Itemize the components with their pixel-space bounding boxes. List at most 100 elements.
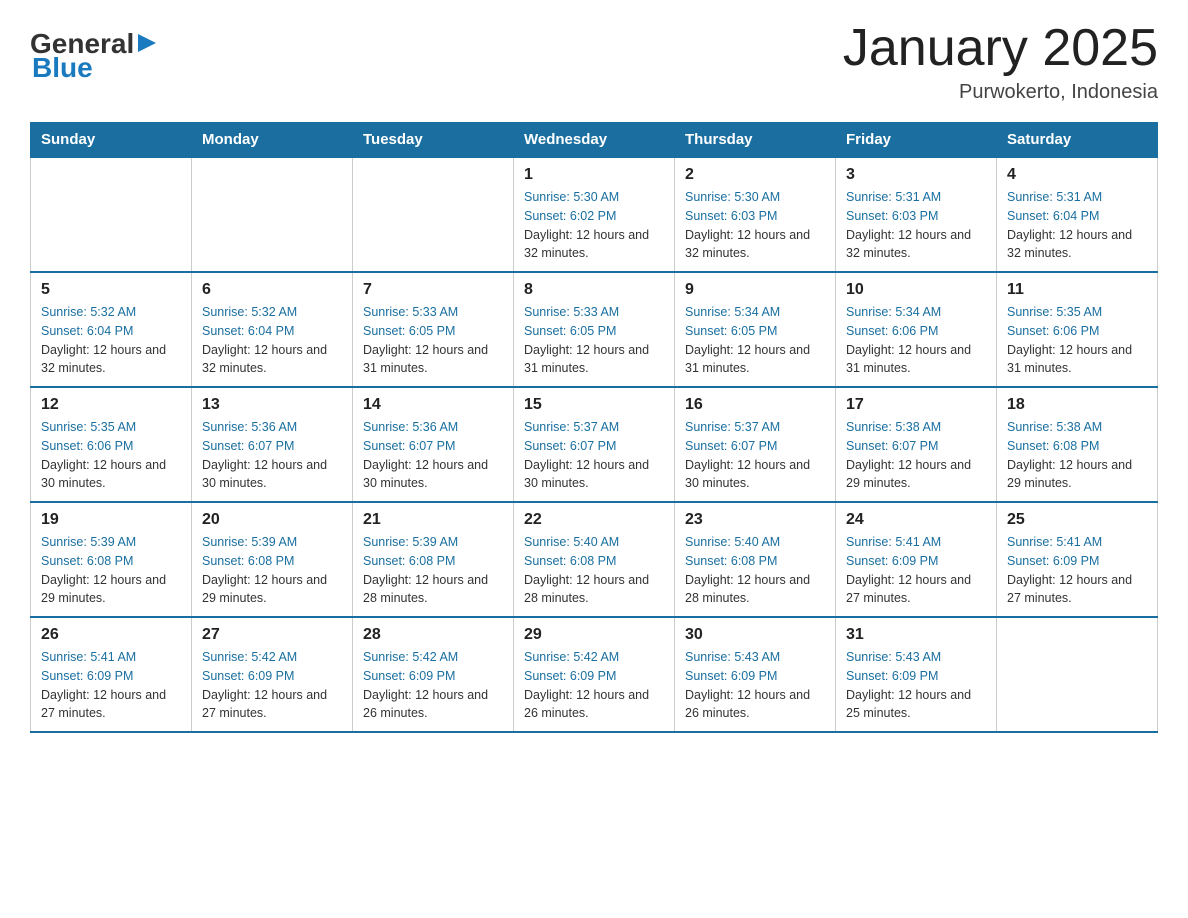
calendar-cell: 21Sunrise: 5:39 AMSunset: 6:08 PMDayligh… [353, 502, 514, 617]
day-info: Sunrise: 5:34 AMSunset: 6:06 PMDaylight:… [846, 303, 986, 378]
day-info: Sunrise: 5:31 AMSunset: 6:04 PMDaylight:… [1007, 188, 1147, 263]
day-info: Sunrise: 5:42 AMSunset: 6:09 PMDaylight:… [524, 648, 664, 723]
day-info: Sunrise: 5:40 AMSunset: 6:08 PMDaylight:… [685, 533, 825, 608]
daylight-text: Daylight: 12 hours and 27 minutes. [202, 686, 342, 724]
calendar-cell: 2Sunrise: 5:30 AMSunset: 6:03 PMDaylight… [675, 157, 836, 272]
sunset-text: Sunset: 6:06 PM [41, 437, 181, 456]
day-info: Sunrise: 5:40 AMSunset: 6:08 PMDaylight:… [524, 533, 664, 608]
calendar-cell: 29Sunrise: 5:42 AMSunset: 6:09 PMDayligh… [514, 617, 675, 732]
day-info: Sunrise: 5:30 AMSunset: 6:03 PMDaylight:… [685, 188, 825, 263]
calendar-cell: 28Sunrise: 5:42 AMSunset: 6:09 PMDayligh… [353, 617, 514, 732]
sunrise-text: Sunrise: 5:31 AM [1007, 188, 1147, 207]
calendar-cell: 18Sunrise: 5:38 AMSunset: 6:08 PMDayligh… [997, 387, 1158, 502]
day-info: Sunrise: 5:34 AMSunset: 6:05 PMDaylight:… [685, 303, 825, 378]
calendar-cell: 17Sunrise: 5:38 AMSunset: 6:07 PMDayligh… [836, 387, 997, 502]
calendar-cell: 13Sunrise: 5:36 AMSunset: 6:07 PMDayligh… [192, 387, 353, 502]
daylight-text: Daylight: 12 hours and 26 minutes. [363, 686, 503, 724]
sunrise-text: Sunrise: 5:35 AM [1007, 303, 1147, 322]
calendar-cell: 23 Sunrise: 5:40 AMSunset: 6:08 PMDayligh… [675, 502, 836, 617]
sunrise-text: Sunrise: 5:40 AM [685, 533, 825, 552]
sunset-text: Sunset: 6:07 PM [685, 437, 825, 456]
sunrise-text: Sunrise: 5:37 AM [685, 418, 825, 437]
day-number: 4 [1007, 166, 1147, 184]
day-info: Sunrise: 5:36 AMSunset: 6:07 PMDaylight:… [363, 418, 503, 493]
daylight-text: Daylight: 12 hours and 27 minutes. [1007, 571, 1147, 609]
daylight-text: Daylight: 12 hours and 30 minutes. [41, 456, 181, 494]
day-info: Sunrise: 5:41 AMSunset: 6:09 PMDaylight:… [41, 648, 181, 723]
daylight-text: Daylight: 12 hours and 28 minutes. [524, 571, 664, 609]
day-info: Sunrise: 5:32 AMSunset: 6:04 PMDaylight:… [202, 303, 342, 378]
sunset-text: Sunset: 6:08 PM [524, 552, 664, 571]
day-number: 17 [846, 396, 986, 414]
sunset-text: Sunset: 6:09 PM [685, 667, 825, 686]
daylight-text: Daylight: 12 hours and 30 minutes. [524, 456, 664, 494]
day-of-week-wednesday: Wednesday [514, 123, 675, 158]
sunrise-text: Sunrise: 5:42 AM [524, 648, 664, 667]
sunrise-text: Sunrise: 5:41 AM [41, 648, 181, 667]
daylight-text: Daylight: 12 hours and 31 minutes. [363, 341, 503, 379]
sunset-text: Sunset: 6:07 PM [363, 437, 503, 456]
calendar-cell: 30Sunrise: 5:43 AMSunset: 6:09 PMDayligh… [675, 617, 836, 732]
calendar-cell [353, 157, 514, 272]
day-number: 14 [363, 396, 503, 414]
calendar-title: January 2025 [843, 20, 1158, 77]
logo-arrow-icon [136, 32, 158, 54]
day-number: 7 [363, 281, 503, 299]
day-of-week-monday: Monday [192, 123, 353, 158]
daylight-text: Daylight: 12 hours and 32 minutes. [846, 226, 986, 264]
sunrise-text: Sunrise: 5:35 AM [41, 418, 181, 437]
sunset-text: Sunset: 6:08 PM [41, 552, 181, 571]
day-info: Sunrise: 5:39 AMSunset: 6:08 PMDaylight:… [363, 533, 503, 608]
calendar-cell: 10Sunrise: 5:34 AMSunset: 6:06 PMDayligh… [836, 272, 997, 387]
sunrise-text: Sunrise: 5:38 AM [846, 418, 986, 437]
daylight-text: Daylight: 12 hours and 31 minutes. [1007, 341, 1147, 379]
daylight-text: Daylight: 12 hours and 31 minutes. [524, 341, 664, 379]
daylight-text: Daylight: 12 hours and 28 minutes. [363, 571, 503, 609]
daylight-text: Daylight: 12 hours and 26 minutes. [524, 686, 664, 724]
sunrise-text: Sunrise: 5:30 AM [524, 188, 664, 207]
day-number: 23 [685, 511, 825, 529]
logo-blue: Blue [32, 52, 93, 84]
calendar-cell: 12 Sunrise: 5:35 AMSunset: 6:06 PMDayligh… [31, 387, 192, 502]
page-header: General Blue January 2025 Purwokerto, In… [30, 20, 1158, 104]
day-info: Sunrise: 5:42 AMSunset: 6:09 PMDaylight:… [363, 648, 503, 723]
day-info: Sunrise: 5:43 AMSunset: 6:09 PMDaylight:… [846, 648, 986, 723]
sunset-text: Sunset: 6:08 PM [1007, 437, 1147, 456]
calendar-cell: 25Sunrise: 5:41 AMSunset: 6:09 PMDayligh… [997, 502, 1158, 617]
sunset-text: Sunset: 6:06 PM [1007, 322, 1147, 341]
daylight-text: Daylight: 12 hours and 30 minutes. [363, 456, 503, 494]
sunrise-text: Sunrise: 5:41 AM [1007, 533, 1147, 552]
day-number: 25 [1007, 511, 1147, 529]
daylight-text: Daylight: 12 hours and 32 minutes. [1007, 226, 1147, 264]
sunrise-text: Sunrise: 5:34 AM [685, 303, 825, 322]
day-info: Sunrise: 5:37 AMSunset: 6:07 PMDaylight:… [524, 418, 664, 493]
calendar-cell [192, 157, 353, 272]
title-block: January 2025 Purwokerto, Indonesia [843, 20, 1158, 104]
sunrise-text: Sunrise: 5:37 AM [524, 418, 664, 437]
sunset-text: Sunset: 6:05 PM [685, 322, 825, 341]
calendar-cell: 19Sunrise: 5:39 AMSunset: 6:08 PMDayligh… [31, 502, 192, 617]
calendar-cell: 24Sunrise: 5:41 AMSunset: 6:09 PMDayligh… [836, 502, 997, 617]
day-info: Sunrise: 5:39 AMSunset: 6:08 PMDaylight:… [202, 533, 342, 608]
calendar-week-row: 19Sunrise: 5:39 AMSunset: 6:08 PMDayligh… [31, 502, 1158, 617]
sunset-text: Sunset: 6:06 PM [846, 322, 986, 341]
calendar-cell: 15Sunrise: 5:37 AMSunset: 6:07 PMDayligh… [514, 387, 675, 502]
sunrise-text: Sunrise: 5:42 AM [202, 648, 342, 667]
day-number: 12 [41, 396, 181, 414]
sunrise-text: Sunrise: 5:36 AM [202, 418, 342, 437]
calendar-week-row: 1Sunrise: 5:30 AMSunset: 6:02 PMDaylight… [31, 157, 1158, 272]
day-info: Sunrise: 5:31 AMSunset: 6:03 PMDaylight:… [846, 188, 986, 263]
calendar-cell: 6Sunrise: 5:32 AMSunset: 6:04 PMDaylight… [192, 272, 353, 387]
day-of-week-tuesday: Tuesday [353, 123, 514, 158]
sunset-text: Sunset: 6:04 PM [202, 322, 342, 341]
sunrise-text: Sunrise: 5:30 AM [685, 188, 825, 207]
daylight-text: Daylight: 12 hours and 32 minutes. [685, 226, 825, 264]
calendar-cell: 8Sunrise: 5:33 AMSunset: 6:05 PMDaylight… [514, 272, 675, 387]
sunset-text: Sunset: 6:05 PM [524, 322, 664, 341]
daylight-text: Daylight: 12 hours and 31 minutes. [685, 341, 825, 379]
calendar-table: SundayMondayTuesdayWednesdayThursdayFrid… [30, 122, 1158, 733]
day-of-week-friday: Friday [836, 123, 997, 158]
sunrise-text: Sunrise: 5:33 AM [524, 303, 664, 322]
day-info: Sunrise: 5:42 AMSunset: 6:09 PMDaylight:… [202, 648, 342, 723]
day-info: Sunrise: 5:37 AMSunset: 6:07 PMDaylight:… [685, 418, 825, 493]
